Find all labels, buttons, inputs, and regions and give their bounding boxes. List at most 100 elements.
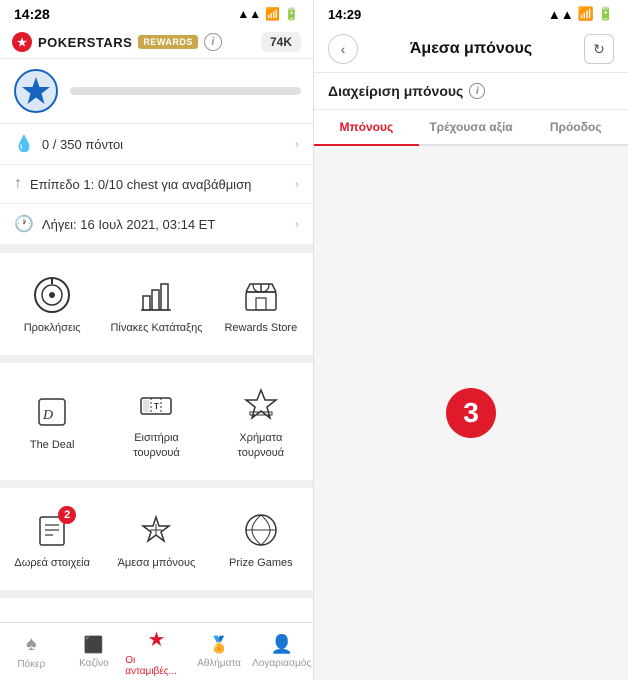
info-icon[interactable]: i (204, 33, 222, 51)
menu-item-empty (209, 608, 313, 622)
menu-item-prize-games[interactable]: Prize Games (209, 498, 313, 580)
menu-item-amesa-mponus[interactable]: Άμεσα μπόνους (104, 498, 208, 580)
progress-bar (70, 87, 301, 95)
separator-2 (0, 355, 313, 363)
star-section (0, 59, 313, 123)
drop-icon: 💧 (14, 134, 34, 154)
menu-item-dorea-peristrofes[interactable]: Δωρεάν περιστροφές (0, 608, 104, 622)
right-battery-icon: 🔋 (598, 6, 614, 22)
right-status-bar: 14:29 ▲▲ 📶 🔋 (314, 0, 628, 26)
tab-poker[interactable]: ♠ Πόκερ (0, 623, 63, 680)
svg-text:T: T (154, 402, 159, 411)
left-time: 14:28 (14, 6, 50, 22)
right-tabs: Μπόνους Τρέχουσα αξία Πρόοδος (314, 110, 628, 146)
expiry-row[interactable]: 🕐 Λήγει: 16 Ιουλ 2021, 03:14 ET › (0, 204, 313, 245)
eisiteria-label: Εισιτήρια τουρνουά (110, 431, 202, 460)
points-badge[interactable]: 74K (261, 32, 301, 52)
menu-item-chest[interactable]: Chest (104, 608, 208, 622)
poker-label: Πόκερ (17, 659, 45, 670)
logo-star-icon: ★ (12, 32, 32, 52)
tab-mponus[interactable]: Μπόνους (314, 110, 419, 146)
right-page-title: Άμεσα μπόνους (410, 40, 532, 58)
amesa-mponus-label: Άμεσα μπόνους (118, 556, 196, 570)
rewards-tab-label: Οι ανταμιβές... (125, 655, 188, 677)
menu-item-pinakes[interactable]: Πίνακες Κατάταξης (104, 263, 208, 345)
right-subtitle-bar: Διαχείριση μπόνους i (314, 73, 628, 110)
battery-icon: 🔋 (284, 7, 299, 21)
tab-account[interactable]: 👤 Λογαριασμός (250, 623, 313, 680)
content-badge: 3 (446, 388, 496, 438)
tab-athlima[interactable]: 🏅 Αθλήματα (188, 623, 251, 680)
dorea-stoixeia-label: Δωρεά στοιχεία (14, 556, 90, 570)
level-text: Επίπεδο 1: 0/10 chest για αναβάθμιση (30, 177, 251, 192)
tab-trexousa[interactable]: Τρέχουσα αξία (419, 110, 524, 146)
refresh-button[interactable]: ↻ (584, 34, 614, 64)
tab-proodios[interactable]: Πρόοδος (523, 110, 628, 146)
menu-grid-1: Προκλήσεις Πίνακες Κατάταξης (0, 253, 313, 355)
separator-3 (0, 480, 313, 488)
tab-rewards[interactable]: ★ Οι ανταμιβές... (125, 623, 188, 680)
clock-icon: 🕐 (14, 214, 34, 234)
tab-casino[interactable]: ⬛ Καζίνο (63, 623, 126, 680)
refresh-icon: ↻ (593, 41, 605, 58)
menu-grid-2: D The Deal T Εισιτήρια τουρνουά (0, 363, 313, 480)
menu-item-eisiteria[interactable]: T Εισιτήρια τουρνουά (104, 373, 208, 470)
menu-item-the-deal[interactable]: D The Deal (0, 373, 104, 470)
left-top-nav: ★ POKERSTARS REWARDS i 74K (0, 26, 313, 59)
left-status-icons: ▲▲ 📶 🔋 (237, 7, 299, 21)
right-top-nav: ‹ Άμεσα μπόνους ↻ (314, 26, 628, 73)
wifi-icon: 📶 (265, 7, 280, 21)
back-icon: ‹ (341, 41, 346, 57)
prize-games-label: Prize Games (229, 556, 293, 570)
casino-icon: ⬛ (84, 635, 104, 655)
separator-1 (0, 245, 313, 253)
right-time: 14:29 (328, 7, 361, 22)
chevron-right-icon-3: › (295, 217, 299, 231)
rewards-badge: REWARDS (138, 35, 198, 49)
level-row[interactable]: ↑ Επίπεδο 1: 0/10 chest για αναβάθμιση › (0, 165, 313, 204)
signal-icon: ▲▲ (237, 7, 261, 21)
right-signal-icon: ▲▲ (548, 7, 574, 22)
left-status-bar: 14:28 ▲▲ 📶 🔋 (0, 0, 313, 26)
prokliseis-label: Προκλήσεις (24, 321, 81, 335)
menu-grid-3: 2 Δωρεά στοιχεία Άμεσα μπόνους (0, 488, 313, 590)
subtitle-info-icon[interactable]: i (469, 83, 485, 99)
account-label: Λογαριασμός (252, 658, 311, 669)
chevron-right-icon: › (295, 137, 299, 151)
chevron-right-icon-2: › (295, 177, 299, 191)
svg-text:D: D (42, 408, 53, 423)
brand-name: POKERSTARS (38, 35, 132, 50)
info-rows: 💧 0 / 350 πόντοι › ↑ Επίπεδο 1: 0/10 che… (0, 123, 313, 245)
poker-icon: ♠ (26, 633, 37, 656)
xrimata-label: Χρήματα τουρνουά (215, 431, 307, 460)
left-panel: 14:28 ▲▲ 📶 🔋 ★ POKERSTARS REWARDS i 74K (0, 0, 314, 680)
account-icon: 👤 (270, 634, 292, 655)
deal-label: The Deal (30, 438, 75, 452)
casino-label: Καζίνο (79, 658, 109, 669)
pinakes-label: Πίνακες Κατάταξης (110, 321, 202, 335)
menu-item-prokliseis[interactable]: Προκλήσεις (0, 263, 104, 345)
menu-item-xrimata[interactable]: Χρήματα τουρνουά (209, 373, 313, 470)
points-text: 0 / 350 πόντοι (42, 137, 123, 152)
right-subtitle: Διαχείριση μπόνους (328, 83, 463, 99)
rewards-store-label: Rewards Store (224, 321, 297, 335)
menu-section: Προκλήσεις Πίνακες Κατάταξης (0, 245, 313, 622)
pokerstars-logo: ★ POKERSTARS REWARDS i (12, 32, 222, 52)
points-row[interactable]: 💧 0 / 350 πόντοι › (0, 124, 313, 165)
tab-bar: ♠ Πόκερ ⬛ Καζίνο ★ Οι ανταμιβές... 🏅 Αθλ… (0, 622, 313, 680)
level-icon: ↑ (14, 175, 22, 193)
dorea-badge: 2 (58, 506, 76, 524)
blue-star-icon (12, 67, 60, 115)
menu-item-rewards-store[interactable]: Rewards Store (209, 263, 313, 345)
back-button[interactable]: ‹ (328, 34, 358, 64)
rewards-tab-icon: ★ (148, 627, 166, 652)
menu-grid-4: Δωρεάν περιστροφές Chest (0, 598, 313, 622)
right-content: 3 (314, 146, 628, 680)
progress-section (70, 87, 301, 95)
right-panel: 14:29 ▲▲ 📶 🔋 ‹ Άμεσα μπόνους ↻ Διαχείρισ… (314, 0, 628, 680)
athlima-icon: 🏅 (209, 635, 229, 655)
right-wifi-icon: 📶 (578, 6, 594, 22)
expiry-text: Λήγει: 16 Ιουλ 2021, 03:14 ET (42, 217, 215, 232)
menu-item-dorea-stoixeia[interactable]: 2 Δωρεά στοιχεία (0, 498, 104, 580)
athlima-label: Αθλήματα (197, 658, 241, 669)
